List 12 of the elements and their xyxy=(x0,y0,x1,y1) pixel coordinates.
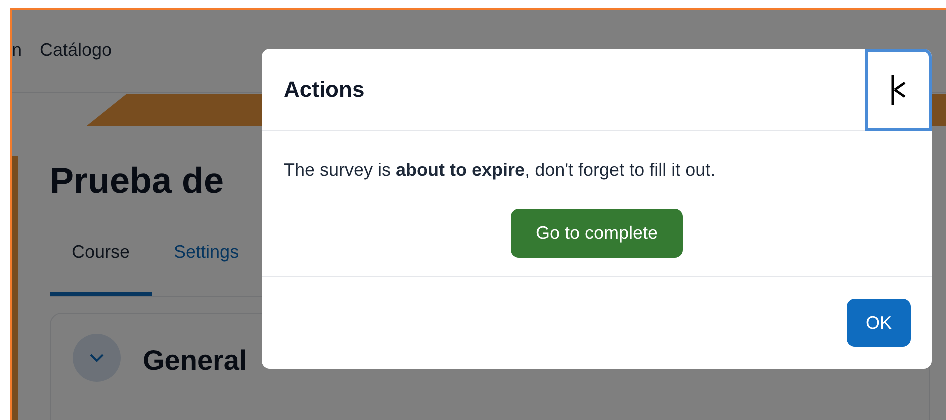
chevron-down-icon xyxy=(89,353,105,363)
ok-button[interactable]: OK xyxy=(847,299,911,347)
go-to-complete-button[interactable]: Go to complete xyxy=(511,209,683,258)
close-button[interactable] xyxy=(865,48,932,130)
dialog-message: The survey is about to expire, don't forget to fill it out. xyxy=(283,159,716,182)
tab[interactable]: Course xyxy=(50,239,152,296)
dialog-title: Actions xyxy=(284,76,365,104)
section-title: General xyxy=(143,344,248,378)
tab[interactable]: Settings xyxy=(152,239,262,296)
nav-link[interactable]: Catálogo xyxy=(40,36,112,64)
course-title: Prueba de xyxy=(50,163,224,199)
nav-link[interactable]: n xyxy=(12,36,22,64)
